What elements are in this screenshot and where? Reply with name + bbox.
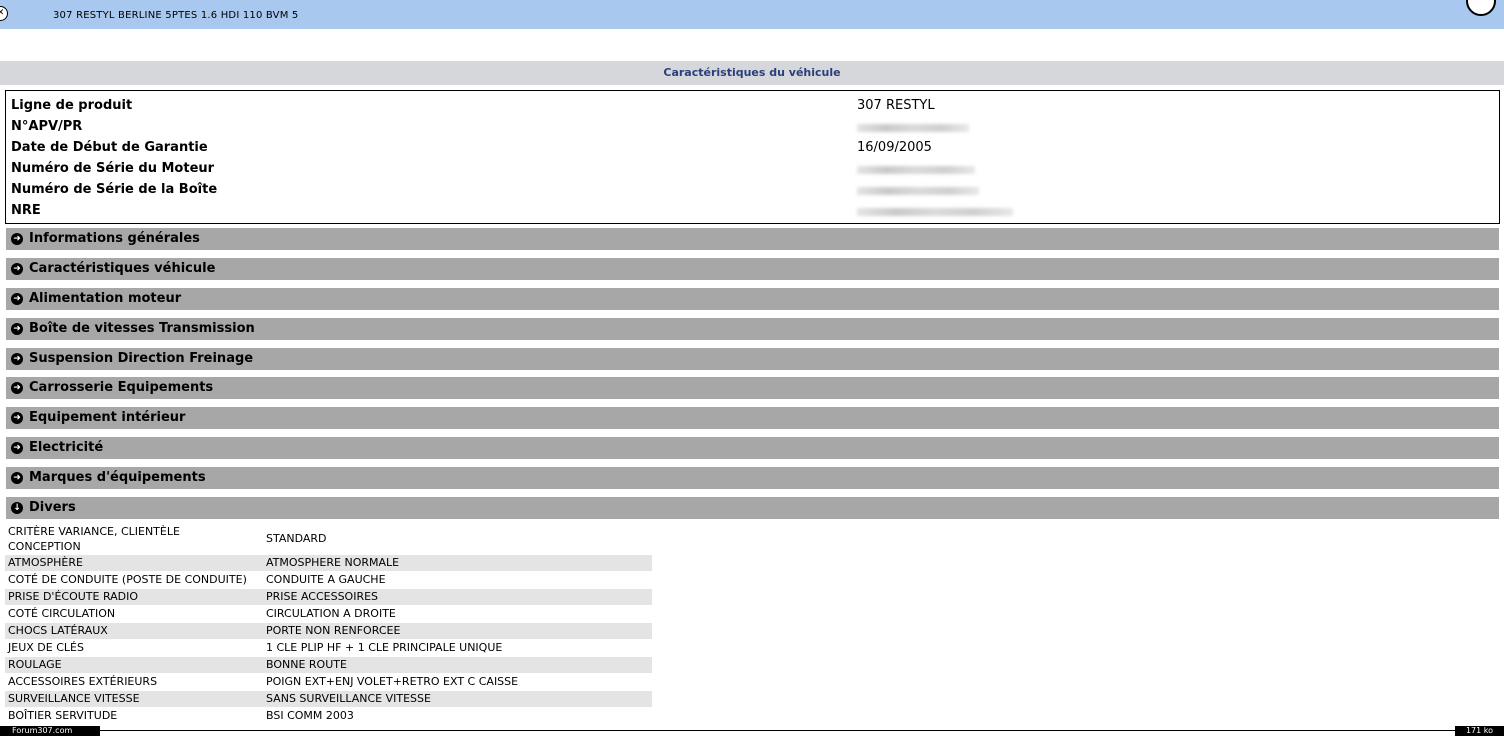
info-value-redacted bbox=[857, 161, 975, 178]
divers-row: PRISE D'ÉCOUTE RADIO PRISE ACCESSOIRES bbox=[5, 589, 652, 605]
divers-row: ATMOSPHÈRE ATMOSPHERE NORMALE bbox=[5, 555, 652, 571]
divers-row: ACCESSOIRES EXTÉRIEURS POIGN EXT+ENJ VOL… bbox=[5, 674, 652, 690]
category-label: Caractéristiques véhicule bbox=[29, 261, 216, 276]
divers-row: BOÎTIER SERVITUDE BSI COMM 2003 bbox=[5, 708, 652, 724]
category-alimentation-moteur[interactable]: ➜ Alimentation moteur bbox=[6, 288, 1499, 310]
info-label: Date de Début de Garantie bbox=[11, 140, 208, 155]
circle-button-icon[interactable] bbox=[1466, 0, 1496, 16]
info-value-redacted bbox=[857, 203, 1013, 220]
category-label: Informations générales bbox=[29, 231, 200, 246]
divers-key: SURVEILLANCE VITESSE bbox=[8, 692, 140, 705]
divers-row: ROULAGE BONNE ROUTE bbox=[5, 657, 652, 673]
category-suspension-direction[interactable]: ➜ Suspension Direction Freinage bbox=[6, 348, 1499, 370]
category-label: Carrosserie Equipements bbox=[29, 380, 214, 395]
category-informations-generales[interactable]: ➜ Informations générales bbox=[6, 228, 1499, 250]
category-marques-equipements[interactable]: ➜ Marques d'équipements bbox=[6, 467, 1499, 489]
category-label: Equipement intérieur bbox=[29, 410, 186, 425]
divers-key: CHOCS LATÉRAUX bbox=[8, 624, 108, 637]
footer-size: 171 ko bbox=[1455, 726, 1504, 736]
divers-value: CIRCULATION A DROITE bbox=[266, 607, 396, 620]
info-label: NRE bbox=[11, 203, 41, 218]
category-divers[interactable]: ↓ Divers bbox=[6, 497, 1499, 519]
divers-row: COTÉ DE CONDUITE (POSTE DE CONDUITE) CON… bbox=[5, 572, 652, 588]
arrow-right-icon: ➜ bbox=[11, 263, 23, 275]
divers-value: BSI COMM 2003 bbox=[266, 709, 354, 722]
divers-key: ACCESSOIRES EXTÉRIEURS bbox=[8, 675, 158, 688]
divers-value: POIGN EXT+ENJ VOLET+RETRO EXT C CAISSE bbox=[266, 675, 519, 688]
arrow-right-icon: ➜ bbox=[11, 472, 23, 484]
arrow-right-icon: ➜ bbox=[11, 442, 23, 454]
window-title: 307 RESTYL BERLINE 5PTES 1.6 HDI 110 BVM… bbox=[53, 10, 299, 21]
divers-key: ROULAGE bbox=[8, 658, 62, 671]
category-electricite[interactable]: ➜ Electricité bbox=[6, 437, 1499, 459]
category-caracteristiques-vehicule[interactable]: ➜ Caractéristiques véhicule bbox=[6, 258, 1499, 280]
arrow-right-icon: ➜ bbox=[11, 412, 23, 424]
divers-key: BOÎTIER SERVITUDE bbox=[8, 709, 118, 722]
divers-value: CONDUITE A GAUCHE bbox=[266, 573, 386, 586]
divers-value: ATMOSPHERE NORMALE bbox=[266, 556, 400, 569]
divers-row: CHOCS LATÉRAUX PORTE NON RENFORCEE bbox=[5, 623, 652, 639]
vehicle-info-box: Ligne de produit 307 RESTYL N°APV/PR Dat… bbox=[5, 90, 1500, 224]
category-label: Alimentation moteur bbox=[29, 291, 182, 306]
category-equipement-interieur[interactable]: ➜ Equipement intérieur bbox=[6, 407, 1499, 429]
close-icon[interactable]: ✕ bbox=[0, 6, 8, 21]
category-label: Boîte de vitesses Transmission bbox=[29, 321, 255, 336]
category-label: Electricité bbox=[29, 440, 104, 455]
divers-row: JEUX DE CLÉS 1 CLE PLIP HF + 1 CLE PRINC… bbox=[5, 640, 652, 656]
divers-value: BONNE ROUTE bbox=[266, 658, 347, 671]
arrow-right-icon: ➜ bbox=[11, 233, 23, 245]
section-title: Caractéristiques du véhicule bbox=[0, 61, 1504, 85]
arrow-down-icon: ↓ bbox=[11, 502, 23, 514]
info-value: 16/09/2005 bbox=[857, 140, 932, 155]
footer-watermark: Forum307.com bbox=[0, 726, 100, 736]
divers-row: CRITÈRE VARIANCE, CLIENTÈLE CONCEPTION S… bbox=[5, 522, 652, 554]
info-label: N°APV/PR bbox=[11, 119, 83, 134]
divers-value: PORTE NON RENFORCEE bbox=[266, 624, 401, 637]
category-carrosserie[interactable]: ➜ Carrosserie Equipements bbox=[6, 377, 1499, 399]
arrow-right-icon: ➜ bbox=[11, 293, 23, 305]
divers-row: COTÉ CIRCULATION CIRCULATION A DROITE bbox=[5, 606, 652, 622]
divers-value: PRISE ACCESSOIRES bbox=[266, 590, 379, 603]
title-bar: ✕ 307 RESTYL BERLINE 5PTES 1.6 HDI 110 B… bbox=[0, 0, 1504, 29]
divers-value: STANDARD bbox=[266, 532, 327, 545]
info-value-redacted bbox=[857, 182, 979, 199]
divers-value: SANS SURVEILLANCE VITESSE bbox=[266, 692, 431, 705]
category-boite-de-vitesses[interactable]: ➜ Boîte de vitesses Transmission bbox=[6, 318, 1499, 340]
divers-key: ATMOSPHÈRE bbox=[8, 556, 83, 569]
info-label: Ligne de produit bbox=[11, 98, 133, 113]
divers-key: PRISE D'ÉCOUTE RADIO bbox=[8, 590, 139, 603]
category-label: Suspension Direction Freinage bbox=[29, 351, 254, 366]
divers-row: SURVEILLANCE VITESSE SANS SURVEILLANCE V… bbox=[5, 691, 652, 707]
arrow-right-icon: ➜ bbox=[11, 323, 23, 335]
divers-key: COTÉ DE CONDUITE (POSTE DE CONDUITE) bbox=[8, 573, 247, 586]
info-value-redacted bbox=[857, 119, 969, 136]
divers-key: COTÉ CIRCULATION bbox=[8, 607, 116, 620]
arrow-right-icon: ➜ bbox=[11, 353, 23, 365]
info-label: Numéro de Série du Moteur bbox=[11, 161, 215, 176]
info-label: Numéro de Série de la Boîte bbox=[11, 182, 218, 197]
category-label: Marques d'équipements bbox=[29, 470, 206, 485]
divers-key: CRITÈRE VARIANCE, CLIENTÈLE CONCEPTION bbox=[8, 525, 180, 553]
category-label: Divers bbox=[29, 500, 76, 515]
divers-key: JEUX DE CLÉS bbox=[8, 641, 84, 654]
divers-value: 1 CLE PLIP HF + 1 CLE PRINCIPALE UNIQUE bbox=[266, 641, 503, 654]
info-value: 307 RESTYL bbox=[857, 98, 935, 113]
footer-divider bbox=[100, 730, 1455, 731]
arrow-right-icon: ➜ bbox=[11, 382, 23, 394]
